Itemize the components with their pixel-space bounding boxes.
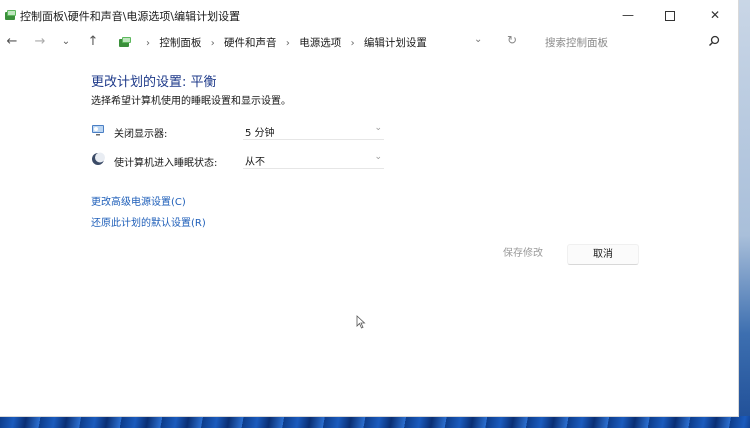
restore-defaults-link[interactable]: 还原此计划的默认设置(R) <box>91 214 206 229</box>
breadcrumb-separator: › <box>285 38 290 49</box>
breadcrumb-control-panel[interactable]: 控制面板 <box>159 37 201 49</box>
monitor-icon <box>92 125 104 136</box>
forward-button[interactable]: → <box>31 32 49 52</box>
navigation-bar: ← → ⌄ ↑ › 控制面板 › 硬件和声音 › 电源选项 › 编辑计划设置 ⌄… <box>0 30 738 54</box>
turn-off-display-label: 关闭显示器: <box>114 129 168 140</box>
chevron-down-icon: ⌄ <box>374 152 382 162</box>
breadcrumb-separator: › <box>210 38 215 49</box>
breadcrumb-separator: › <box>146 38 150 49</box>
search-input[interactable]: 搜索控制面板 <box>530 32 726 52</box>
maximize-button[interactable] <box>660 6 680 24</box>
close-button[interactable]: ✕ <box>705 6 725 24</box>
recent-locations-button[interactable]: ⌄ <box>57 32 75 52</box>
up-button[interactable]: ↑ <box>84 32 102 52</box>
save-changes-button[interactable]: 保存修改 <box>497 246 549 262</box>
maximize-icon <box>665 10 675 21</box>
minimize-button[interactable]: — <box>618 6 638 24</box>
breadcrumb-hardware-sound[interactable]: 硬件和声音 <box>224 37 277 49</box>
title-bar: 控制面板\硬件和声音\电源选项\编辑计划设置 — ✕ <box>0 0 738 30</box>
sleep-value: 从不 <box>245 157 265 168</box>
moon-icon <box>92 152 105 165</box>
chevron-down-icon: ⌄ <box>374 123 382 133</box>
mouse-cursor-icon <box>356 315 366 329</box>
breadcrumb-edit-plan[interactable]: 编辑计划设置 <box>364 37 427 49</box>
breadcrumb-separator: › <box>350 38 355 49</box>
refresh-button[interactable]: ↻ <box>507 33 517 47</box>
page-title: 更改计划的设置: 平衡 <box>91 75 217 90</box>
cancel-button[interactable]: 取消 <box>567 244 639 265</box>
desktop-wallpaper-bottom <box>0 416 750 428</box>
control-panel-icon <box>5 10 16 20</box>
breadcrumb: › 控制面板 › 硬件和声音 › 电源选项 › 编辑计划设置 <box>140 35 427 50</box>
window-title: 控制面板\硬件和声音\电源选项\编辑计划设置 <box>20 10 241 23</box>
sleep-select[interactable]: 从不 ⌄ <box>243 151 384 169</box>
breadcrumb-power-options[interactable]: 电源选项 <box>299 37 341 49</box>
search-placeholder: 搜索控制面板 <box>545 37 608 49</box>
advanced-power-settings-link[interactable]: 更改高级电源设置(C) <box>91 193 186 208</box>
control-panel-window: 控制面板\硬件和声音\电源选项\编辑计划设置 — ✕ ← → ⌄ ↑ › 控制面… <box>0 0 739 417</box>
desktop-wallpaper-right <box>738 0 750 428</box>
address-dropdown-button[interactable]: ⌄ <box>474 34 482 45</box>
page-subtitle: 选择希望计算机使用的睡眠设置和显示设置。 <box>91 96 291 107</box>
back-button[interactable]: ← <box>3 32 21 52</box>
turn-off-display-select[interactable]: 5 分钟 ⌄ <box>243 122 384 140</box>
sleep-label: 使计算机进入睡眠状态: <box>114 158 218 169</box>
search-icon <box>709 35 720 46</box>
control-panel-breadcrumb-icon <box>119 37 131 47</box>
turn-off-display-value: 5 分钟 <box>245 128 275 139</box>
